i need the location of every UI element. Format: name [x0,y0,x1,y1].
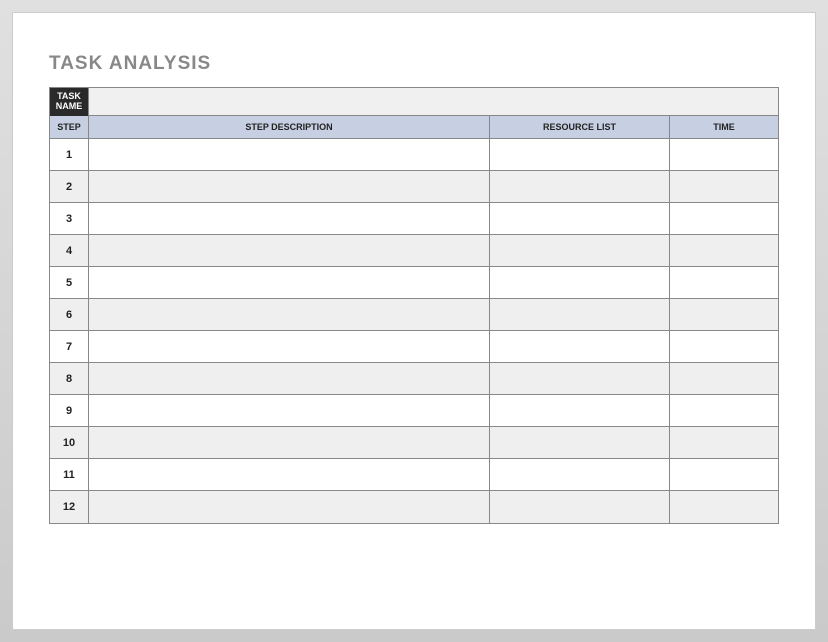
step-number: 4 [66,245,72,257]
cell-resource[interactable] [490,139,670,171]
cell-resource[interactable] [490,299,670,331]
cell-description[interactable] [89,139,490,171]
cell-description[interactable] [89,331,490,363]
step-number: 12 [63,501,75,513]
header-time: TIME [670,116,778,139]
cell-step: 4 [50,235,89,267]
table-row: 12 [50,491,778,523]
cell-resource[interactable] [490,331,670,363]
cell-time[interactable] [670,139,778,171]
table-row: 4 [50,235,778,267]
cell-step: 1 [50,139,89,171]
cell-description[interactable] [89,459,490,491]
cell-description[interactable] [89,395,490,427]
step-number: 5 [66,277,72,289]
step-number: 10 [63,437,75,449]
task-name-row: TASK NAME [50,88,778,116]
table-body: 123456789101112 [50,139,778,523]
step-number: 3 [66,213,72,225]
table-row: 7 [50,331,778,363]
cell-step: 5 [50,267,89,299]
task-analysis-table: TASK NAME STEP STEP DESCRIPTION RESOURCE… [49,87,779,524]
step-number: 1 [66,149,72,161]
cell-description[interactable] [89,491,490,523]
table-row: 8 [50,363,778,395]
table-header-row: STEP STEP DESCRIPTION RESOURCE LIST TIME [50,116,778,139]
cell-resource[interactable] [490,395,670,427]
table-row: 11 [50,459,778,491]
cell-resource[interactable] [490,491,670,523]
cell-description[interactable] [89,235,490,267]
cell-step: 8 [50,363,89,395]
table-row: 6 [50,299,778,331]
cell-step: 6 [50,299,89,331]
cell-description[interactable] [89,267,490,299]
header-resource: RESOURCE LIST [490,116,670,139]
cell-time[interactable] [670,299,778,331]
step-number: 2 [66,181,72,193]
cell-step: 3 [50,203,89,235]
step-number: 7 [66,341,72,353]
cell-time[interactable] [670,491,778,523]
cell-description[interactable] [89,427,490,459]
task-name-label: TASK NAME [50,88,89,116]
cell-resource[interactable] [490,267,670,299]
cell-step: 9 [50,395,89,427]
cell-time[interactable] [670,459,778,491]
step-number: 9 [66,405,72,417]
cell-step: 12 [50,491,89,523]
cell-time[interactable] [670,171,778,203]
table-row: 1 [50,139,778,171]
table-row: 5 [50,267,778,299]
cell-resource[interactable] [490,459,670,491]
cell-step: 10 [50,427,89,459]
header-step: STEP [50,116,89,139]
cell-time[interactable] [670,395,778,427]
cell-description[interactable] [89,363,490,395]
cell-resource[interactable] [490,235,670,267]
cell-time[interactable] [670,363,778,395]
document-page: TASK ANALYSIS TASK NAME STEP STEP DESCRI… [12,12,816,630]
cell-step: 2 [50,171,89,203]
cell-time[interactable] [670,267,778,299]
cell-description[interactable] [89,203,490,235]
cell-time[interactable] [670,331,778,363]
cell-description[interactable] [89,171,490,203]
cell-time[interactable] [670,235,778,267]
table-row: 3 [50,203,778,235]
task-name-value[interactable] [89,88,778,116]
cell-resource[interactable] [490,427,670,459]
cell-time[interactable] [670,427,778,459]
table-row: 10 [50,427,778,459]
cell-step: 7 [50,331,89,363]
header-description: STEP DESCRIPTION [89,116,490,139]
cell-resource[interactable] [490,171,670,203]
cell-step: 11 [50,459,89,491]
cell-resource[interactable] [490,203,670,235]
table-row: 9 [50,395,778,427]
step-number: 11 [63,469,75,481]
step-number: 6 [66,309,72,321]
step-number: 8 [66,373,72,385]
table-row: 2 [50,171,778,203]
cell-time[interactable] [670,203,778,235]
cell-resource[interactable] [490,363,670,395]
cell-description[interactable] [89,299,490,331]
page-title: TASK ANALYSIS [49,53,779,75]
